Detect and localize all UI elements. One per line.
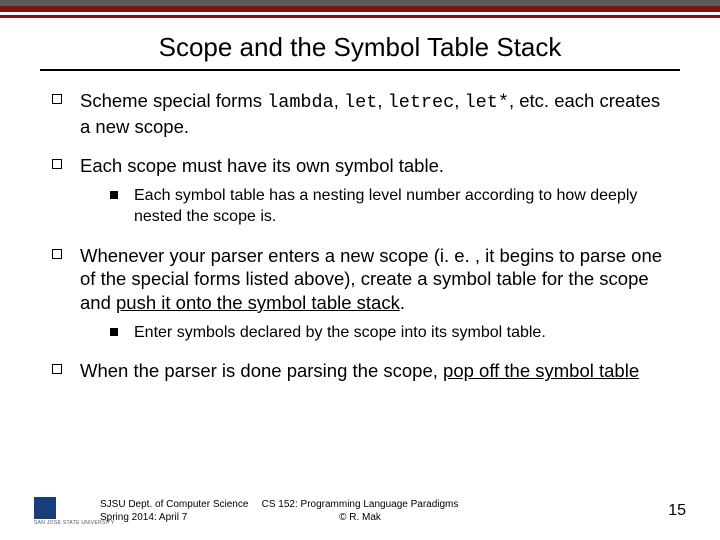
code-letstar: let*	[465, 92, 509, 113]
code-letrec: letrec	[388, 92, 455, 113]
bullet-4-text: When the parser is done parsing the scop…	[80, 360, 443, 381]
title-underline	[40, 69, 680, 71]
slide-title: Scope and the Symbol Table Stack	[40, 32, 680, 63]
bullet-3: Whenever your parser enters a new scope …	[52, 244, 668, 344]
footer-author: © R. Mak	[0, 512, 720, 525]
code-lambda: lambda	[267, 92, 334, 113]
bullet-3-underline: push it onto the symbol table stack	[116, 292, 400, 313]
bullet-1-text: Scheme special forms	[80, 90, 267, 111]
slide-footer: SAN JOSE STATE UNIVERSITY SJSU Dept. of …	[0, 486, 720, 526]
footer-course: CS 152: Programming Language Paradigms	[0, 499, 720, 512]
bullet-4-underline: pop off the symbol table	[443, 360, 639, 381]
footer-center: CS 152: Programming Language Paradigms ©…	[0, 499, 720, 524]
slide-number: 15	[668, 502, 686, 520]
bullet-1: Scheme special forms lambda, let, letrec…	[52, 89, 668, 138]
code-let: let	[344, 92, 377, 113]
slide-body: Scheme special forms lambda, let, letrec…	[52, 89, 668, 383]
top-red-bar-2	[0, 15, 720, 18]
bullet-2: Each scope must have its own symbol tabl…	[52, 154, 668, 227]
bullet-2-sub-1: Each symbol table has a nesting level nu…	[110, 186, 668, 228]
bullet-2-text: Each scope must have its own symbol tabl…	[80, 155, 444, 176]
bullet-4: When the parser is done parsing the scop…	[52, 359, 668, 383]
bullet-3-sub-1: Enter symbols declared by the scope into…	[110, 323, 668, 344]
